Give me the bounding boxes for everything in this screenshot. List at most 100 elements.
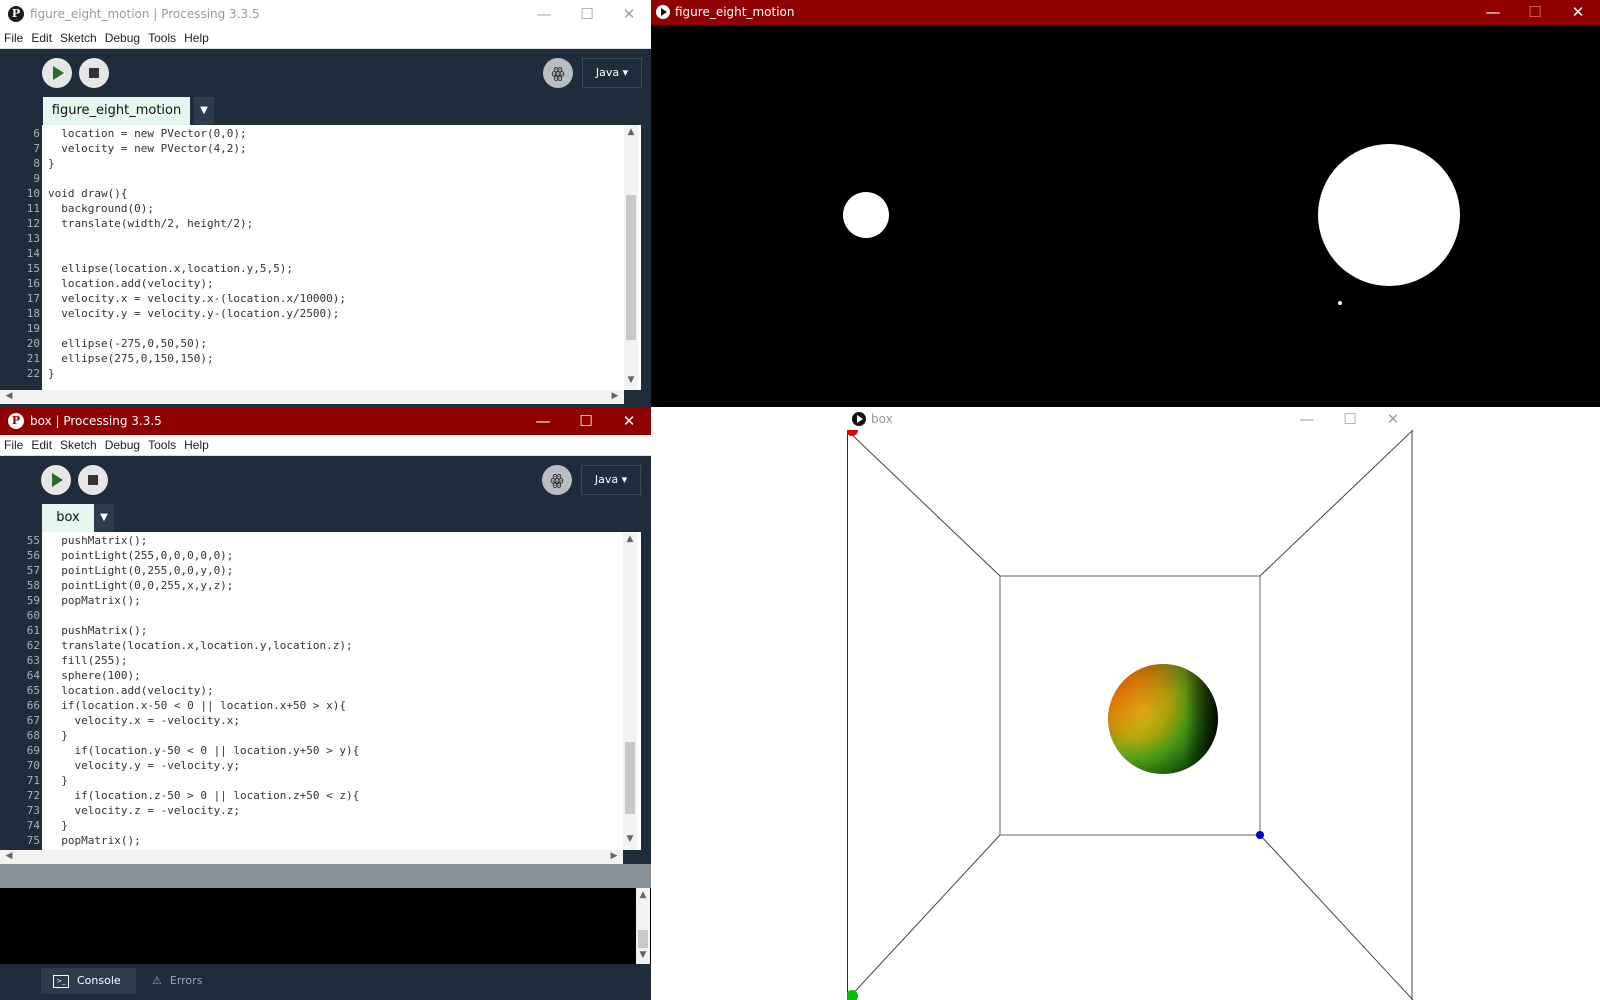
close-button[interactable]: ✕ (1371, 407, 1415, 431)
line-number: 15 (26, 262, 40, 275)
ide-titlebar[interactable]: P box | Processing 3.3.5 — ☐ ✕ (0, 407, 651, 435)
scroll-thumb[interactable] (626, 195, 636, 340)
errors-tab[interactable]: ⚠ Errors (140, 968, 230, 994)
menu-help[interactable]: Help (180, 435, 213, 455)
vertical-scrollbar[interactable]: ▲ ▼ (624, 125, 638, 390)
minimize-button[interactable]: — (521, 407, 565, 435)
scroll-left-icon[interactable]: ◀ (2, 851, 16, 861)
line-number: 21 (26, 352, 40, 365)
close-button[interactable]: ✕ (1556, 0, 1600, 25)
code-line: 17 velocity.x = velocity.x-(location.x/1… (0, 291, 641, 306)
tab-box[interactable]: box (42, 504, 94, 532)
code-text: translate(width/2, height/2); (48, 217, 254, 230)
console-divider[interactable] (0, 864, 651, 888)
scroll-right-icon[interactable]: ▶ (608, 391, 622, 401)
scroll-down-icon[interactable]: ▼ (623, 834, 637, 844)
code-line: 66 if(location.x-50 < 0 || location.x+50… (0, 698, 641, 713)
minimize-button[interactable]: — (522, 0, 566, 28)
butterfly-debug-icon[interactable]: ꙮ (543, 58, 573, 88)
code-line: 58 pointLight(0,0,255,x,y,z); (0, 578, 641, 593)
stop-button[interactable] (78, 465, 108, 495)
code-line: 62 translate(location.x,location.y,locat… (0, 638, 641, 653)
line-number: 56 (26, 549, 40, 562)
butterfly-debug-icon[interactable]: ꙮ (542, 465, 572, 495)
code-line: 7 velocity = new PVector(4,2); (0, 141, 641, 156)
stop-icon (89, 68, 99, 78)
sketch-titlebar[interactable]: box — ☐ ✕ (847, 407, 1419, 431)
scroll-up-icon[interactable]: ▲ (636, 890, 650, 900)
vertical-scrollbar[interactable]: ▲ ▼ (623, 532, 637, 850)
code-editor[interactable]: 6 location = new PVector(0,0); 7 velocity… (0, 125, 641, 390)
menu-file[interactable]: File (0, 28, 27, 48)
sketch-titlebar[interactable]: figure_eight_motion — ☐ ✕ (651, 0, 1600, 25)
code-text: pointLight(0,0,255,x,y,z); (48, 579, 234, 592)
code-editor[interactable]: 55 pushMatrix(); 56 pointLight(255,0,0,0,… (0, 532, 641, 850)
scroll-left-icon[interactable]: ◀ (2, 391, 16, 401)
box-edge-tr (1259, 430, 1414, 577)
menu-tools[interactable]: Tools (144, 435, 180, 455)
code-text: velocity.z = -velocity.z; (48, 804, 241, 817)
scroll-down-icon[interactable]: ▼ (624, 375, 638, 385)
code-line: 71 } (0, 773, 641, 788)
line-number: 11 (26, 202, 40, 215)
menu-sketch[interactable]: Sketch (56, 28, 101, 48)
menu-debug[interactable]: Debug (101, 435, 144, 455)
code-text: pushMatrix(); (48, 624, 148, 637)
code-line: 21 ellipse(275,0,150,150); (0, 351, 641, 366)
menu-help[interactable]: Help (180, 28, 213, 48)
maximize-button[interactable]: ☐ (565, 0, 609, 28)
run-button[interactable] (41, 465, 71, 495)
code-line: 9 (0, 171, 641, 186)
close-button[interactable]: ✕ (607, 0, 651, 28)
close-button[interactable]: ✕ (607, 407, 651, 435)
maximize-button[interactable]: ☐ (1328, 407, 1372, 431)
minimize-button[interactable]: — (1471, 0, 1515, 25)
menu-tools[interactable]: Tools (144, 28, 180, 48)
line-number: 59 (26, 594, 40, 607)
line-number: 22 (26, 367, 40, 380)
mode-select[interactable]: Java ▾ (582, 58, 642, 88)
menu-edit[interactable]: Edit (27, 435, 56, 455)
scroll-down-icon[interactable]: ▼ (636, 950, 650, 960)
sketch-title: box (871, 412, 893, 426)
scroll-right-icon[interactable]: ▶ (607, 851, 621, 861)
console-tab[interactable]: >_ Console (41, 968, 136, 994)
sketch-window-box: box — ☐ ✕ (847, 407, 1419, 1000)
scroll-thumb[interactable] (625, 742, 635, 814)
menu-edit[interactable]: Edit (27, 28, 56, 48)
mode-select[interactable]: Java ▾ (581, 465, 641, 495)
scroll-up-icon[interactable]: ▲ (624, 127, 638, 137)
minimize-button[interactable]: — (1285, 407, 1329, 431)
line-number: 74 (26, 819, 40, 832)
line-number: 75 (26, 834, 40, 847)
maximize-button[interactable]: ☐ (1513, 0, 1557, 25)
line-number: 7 (33, 142, 40, 155)
ide-titlebar[interactable]: P figure_eight_motion | Processing 3.3.5… (0, 0, 651, 28)
menu-debug[interactable]: Debug (101, 28, 144, 48)
line-number: 65 (26, 684, 40, 697)
run-button[interactable] (42, 58, 72, 88)
line-number: 73 (26, 804, 40, 817)
menu-sketch[interactable]: Sketch (56, 435, 101, 455)
horizontal-scrollbar[interactable]: ◀ ▶ (0, 850, 623, 864)
scroll-thumb[interactable] (638, 930, 648, 948)
code-line: 16 location.add(velocity); (0, 276, 641, 291)
console-scrollbar[interactable]: ▲ ▼ (636, 888, 650, 964)
tab-figure-eight-motion[interactable]: figure_eight_motion (43, 97, 190, 125)
menu-bar: File Edit Sketch Debug Tools Help (0, 435, 651, 456)
stop-button[interactable] (79, 58, 109, 88)
large-ellipse (1318, 144, 1460, 286)
line-number: 6 (33, 127, 40, 140)
green-light-marker (847, 990, 858, 1000)
tab-menu-arrow-icon[interactable]: ▼ (94, 504, 114, 532)
code-line: 22} (0, 366, 641, 381)
tab-menu-arrow-icon[interactable]: ▼ (194, 97, 214, 125)
code-text: velocity.y = -velocity.y; (48, 759, 241, 772)
code-line: 72 if(location.z-50 > 0 || location.z+50… (0, 788, 641, 803)
menu-file[interactable]: File (0, 435, 27, 455)
line-number: 19 (26, 322, 40, 335)
horizontal-scrollbar[interactable]: ◀ ▶ (0, 390, 624, 404)
code-line: 11 background(0); (0, 201, 641, 216)
scroll-up-icon[interactable]: ▲ (623, 534, 637, 544)
maximize-button[interactable]: ☐ (564, 407, 608, 435)
